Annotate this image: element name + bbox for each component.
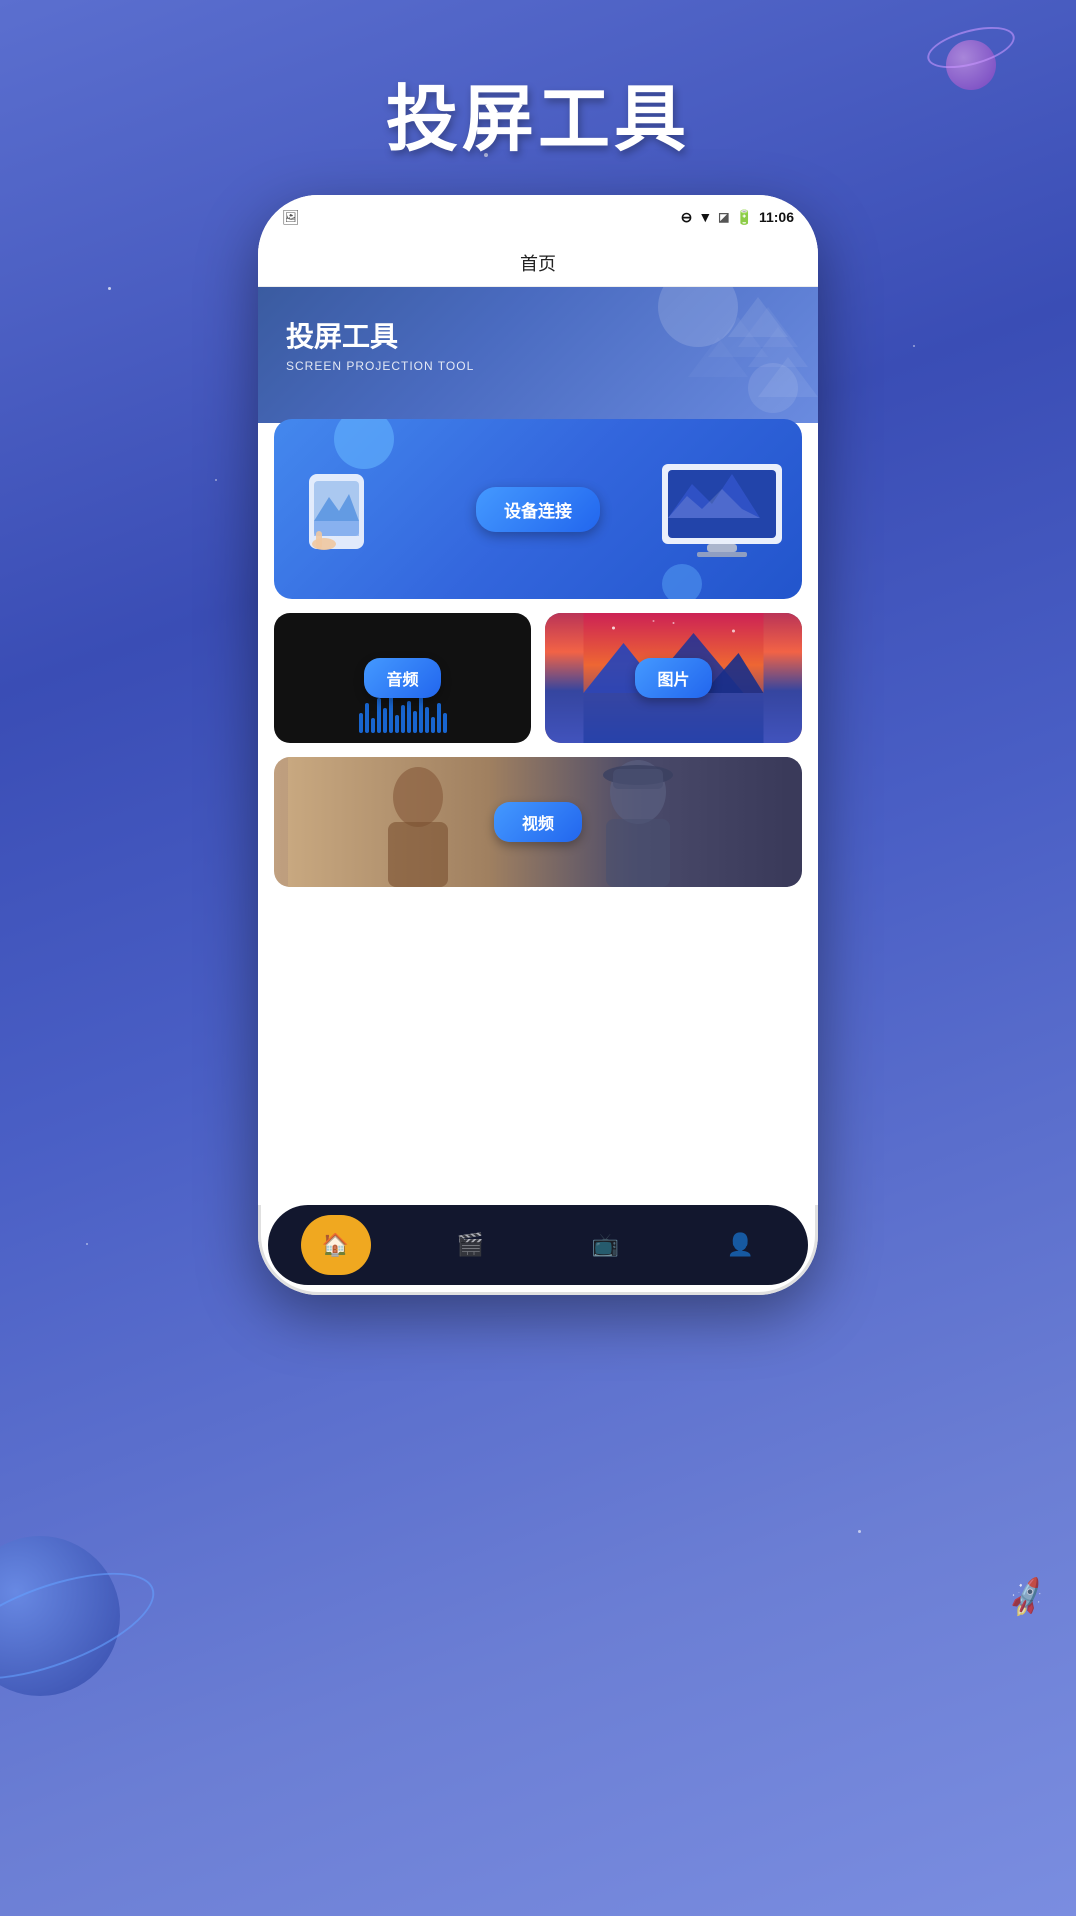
status-right: ⊖ ▼ ◪ 🔋 11:06 (681, 209, 794, 226)
rocket-decoration: 🚀 (1004, 1576, 1051, 1622)
audio-bar (389, 695, 393, 733)
audio-bar (443, 713, 447, 733)
tab-home[interactable]: 🏠 (301, 1215, 371, 1275)
video-card[interactable]: 视频 (274, 757, 802, 887)
dc-circle-2 (662, 564, 702, 599)
bg-small-orbit (923, 19, 1019, 76)
audio-bar (377, 698, 381, 733)
audio-bar (407, 701, 411, 733)
notification-icon: 🖼 (282, 209, 300, 226)
nav-title: 首页 (520, 250, 556, 276)
audio-bar (401, 705, 405, 733)
star (215, 479, 217, 481)
audio-bar (431, 717, 435, 733)
banner-triangles (618, 287, 818, 407)
audio-bar (425, 707, 429, 733)
audio-bar (395, 715, 399, 733)
video-label[interactable]: 视频 (494, 802, 582, 842)
film-icon: 🎬 (457, 1232, 484, 1258)
bg-orbit (0, 1551, 167, 1701)
audio-bar (359, 713, 363, 733)
status-bar: 🖼 ⊖ ▼ ◪ 🔋 11:06 (258, 195, 818, 239)
audio-bar (371, 718, 375, 733)
tab-bar: 🏠 🎬 📺 👤 (268, 1205, 808, 1285)
audio-card[interactable]: 音频 (274, 613, 531, 743)
image-card[interactable]: 图片 (545, 613, 802, 743)
audio-bar (413, 711, 417, 733)
minus-icon: ⊖ (681, 209, 693, 226)
phone-icon (284, 459, 404, 559)
star (108, 287, 111, 290)
audio-label[interactable]: 音频 (364, 658, 440, 698)
media-card-row: 音频 (274, 613, 802, 743)
tab-profile[interactable]: 👤 (706, 1215, 776, 1275)
tab-cast[interactable]: 📺 (571, 1215, 641, 1275)
status-left: 🖼 (282, 209, 300, 226)
image-label[interactable]: 图片 (635, 658, 711, 698)
app-title: 投屏工具 (386, 60, 690, 165)
bg-small-planet (946, 40, 996, 90)
cast-icon: 📺 (592, 1232, 619, 1258)
phone-body: 🖼 ⊖ ▼ ◪ 🔋 11:06 首页 (258, 195, 818, 1295)
tab-media[interactable]: 🎬 (436, 1215, 506, 1275)
clock: 11:06 (759, 209, 794, 225)
audio-bar (383, 708, 387, 733)
main-content: 投屏工具 SCREEN PROJECTION TOOL (258, 287, 818, 1205)
star (858, 1530, 861, 1533)
nav-bar: 首页 (258, 239, 818, 287)
user-icon: 👤 (727, 1232, 754, 1258)
header-banner: 投屏工具 SCREEN PROJECTION TOOL (258, 287, 818, 423)
tv-icon (652, 454, 792, 564)
home-icon: 🏠 (322, 1232, 349, 1258)
device-connect-label[interactable]: 设备连接 (476, 487, 600, 532)
white-card: 设备连接 (258, 399, 818, 1205)
phone-mockup: 🖼 ⊖ ▼ ◪ 🔋 11:06 首页 (258, 195, 818, 1295)
audio-bar (419, 697, 423, 733)
bg-planet (0, 1536, 120, 1696)
signal-icon: ◪ (718, 210, 729, 224)
audio-bars (274, 693, 531, 733)
wifi-icon: ▼ (698, 209, 712, 225)
audio-bar (437, 703, 441, 733)
star (86, 1243, 88, 1245)
audio-bar (365, 703, 369, 733)
star (913, 345, 915, 347)
battery-icon: 🔋 (736, 209, 753, 226)
device-connect-card[interactable]: 设备连接 (274, 419, 802, 599)
